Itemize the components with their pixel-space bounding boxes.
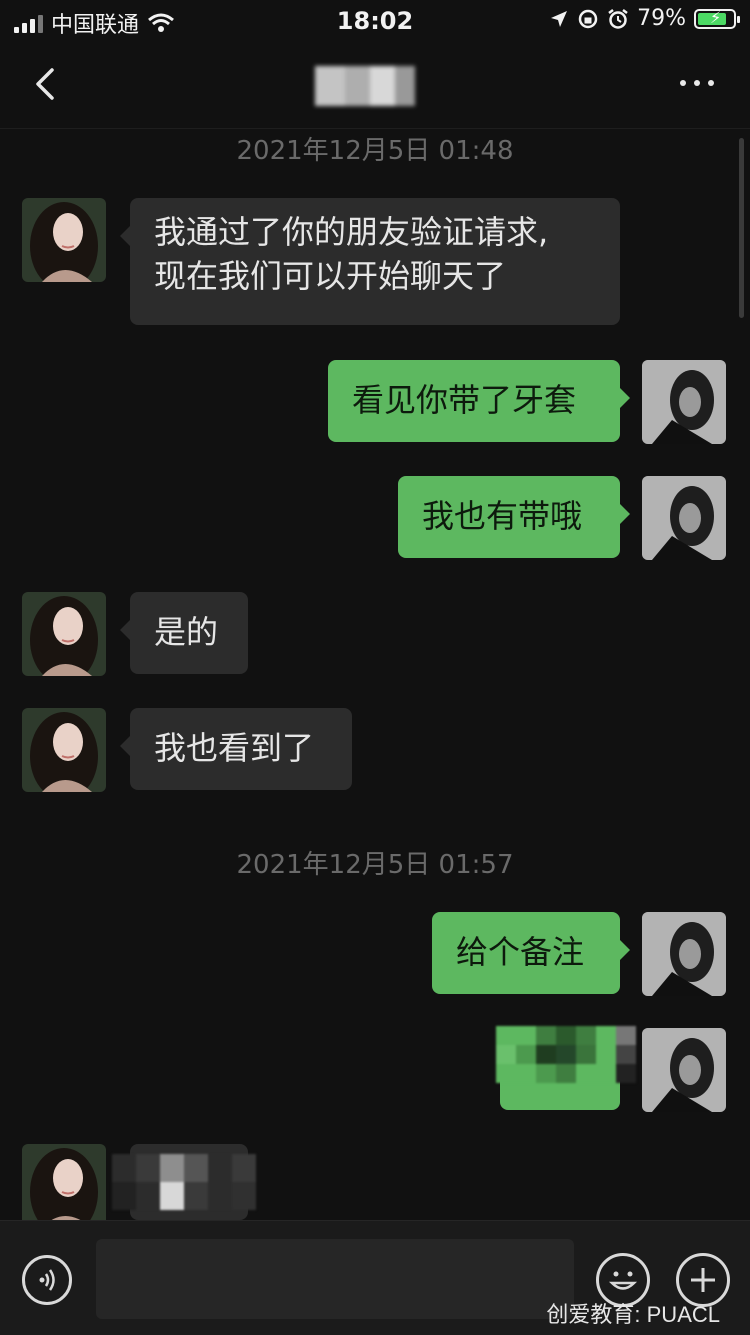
message-bubble-outgoing[interactable]: 给个备注 (432, 912, 630, 994)
message-input[interactable] (96, 1239, 574, 1319)
status-right: 79% ⚡ (549, 6, 740, 31)
contact-avatar[interactable] (22, 198, 106, 282)
user-avatar[interactable] (642, 476, 726, 560)
location-icon (551, 10, 568, 27)
alarm-icon (608, 8, 628, 29)
message-text: 是的 (154, 613, 219, 651)
message-bubble-incoming[interactable]: 是的 (120, 592, 248, 674)
timestamp: 2021年12月5日 01:48 (236, 136, 514, 166)
message-bubble-outgoing[interactable]: 我也有带哦 (398, 476, 630, 558)
contact-avatar[interactable] (22, 592, 106, 676)
message-text: 我通过了你的朋友验证请求, (154, 213, 549, 251)
message-text: 我也有带哦 (422, 497, 583, 535)
battery-percent: 79% (637, 6, 686, 31)
redaction-mosaic (496, 1026, 636, 1084)
message-bubble-outgoing[interactable]: 看见你带了牙套 (328, 360, 630, 442)
user-avatar[interactable] (642, 1028, 726, 1112)
user-avatar[interactable] (642, 360, 726, 444)
rotation-lock-icon (578, 9, 598, 28)
message-text: 现在我们可以开始聊天了 (154, 257, 507, 295)
status-bar: 中国联通 18:02 79% ⚡ (0, 0, 750, 44)
message-bubble-incoming[interactable]: 我也看到了 (120, 708, 352, 790)
user-avatar[interactable] (642, 912, 726, 996)
message-text: 我也看到了 (154, 729, 315, 767)
message-list[interactable]: 2021年12月5日 01:48 我通过了你的朋友验证请求, 现在我们可以开始聊… (0, 128, 750, 1228)
watermark: 创爱教育: PUACL (546, 1302, 720, 1327)
message-text: 给个备注 (456, 933, 585, 971)
timestamp: 2021年12月5日 01:57 (236, 850, 514, 880)
chat-header (0, 44, 750, 129)
input-bar: 创爱教育: PUACL (0, 1220, 750, 1335)
contact-avatar[interactable] (22, 1144, 106, 1228)
message-text: 看见你带了牙套 (352, 381, 577, 419)
contact-name-redacted (315, 66, 415, 106)
redaction-mosaic (112, 1154, 256, 1210)
battery-charging-icon: ⚡ (694, 8, 740, 29)
contact-avatar[interactable] (22, 708, 106, 792)
message-bubble-incoming[interactable]: 我通过了你的朋友验证请求, 现在我们可以开始聊天了 (120, 198, 620, 325)
back-icon[interactable] (28, 62, 68, 106)
scrollbar[interactable] (739, 138, 744, 318)
more-icon[interactable] (680, 80, 714, 86)
voice-icon[interactable] (22, 1255, 72, 1305)
